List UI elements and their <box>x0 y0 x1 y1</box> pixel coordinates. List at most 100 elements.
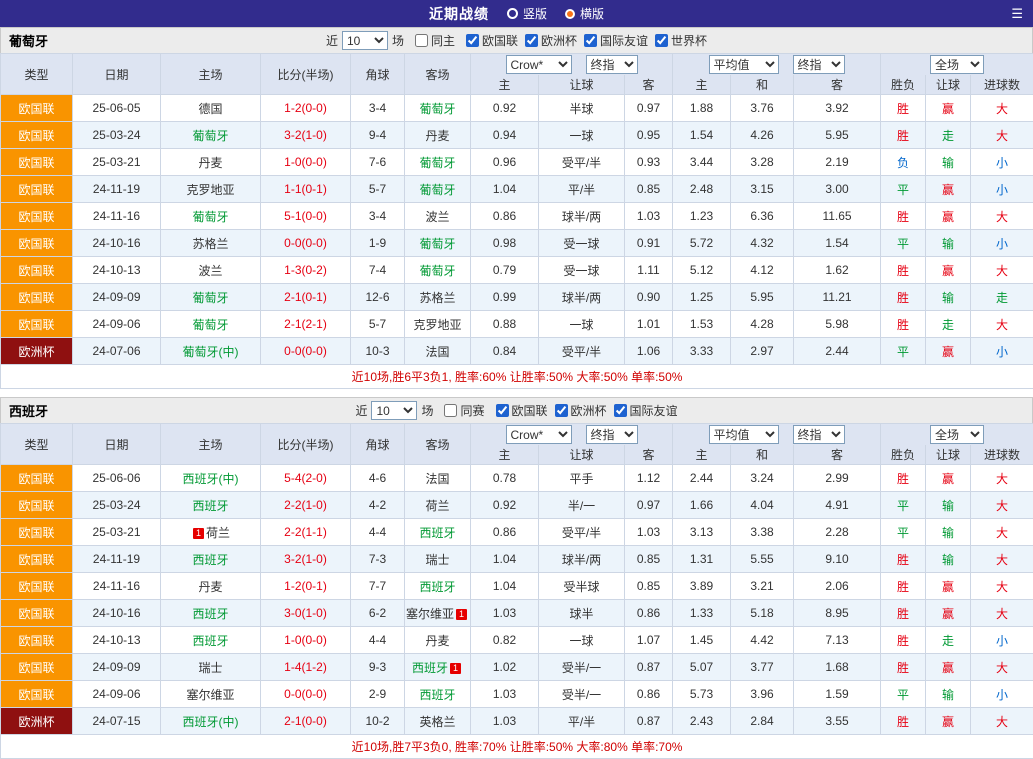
team-link[interactable]: 西班牙 <box>419 688 455 702</box>
same-competition-checkbox-input[interactable] <box>444 404 457 417</box>
layout-radio-vertical[interactable]: 竖版 <box>507 5 547 22</box>
eu-draw-odds: 3.24 <box>731 465 794 492</box>
team-link[interactable]: 英格兰 <box>419 715 455 729</box>
team-link[interactable]: 葡萄牙(中) <box>183 345 239 359</box>
team-link[interactable]: 西班牙 <box>419 526 455 540</box>
ah-line: 平/半 <box>539 176 625 203</box>
team-link[interactable]: 塞尔维亚 <box>186 688 234 702</box>
league-checkbox-input[interactable] <box>614 404 627 417</box>
layout-radio-horizontal[interactable]: 横版 <box>565 5 604 22</box>
league-filter-checkbox[interactable]: 国际友谊 <box>584 32 648 49</box>
league-checkbox-input[interactable] <box>525 34 538 47</box>
layout-radio-horizontal-label: 横版 <box>580 5 604 22</box>
corner-cell: 6-2 <box>351 600 405 627</box>
same-host-checkbox-input[interactable] <box>415 34 428 47</box>
league-checkbox-input[interactable] <box>584 34 597 47</box>
filters: 近 10 场 同主 欧国联欧洲杯国际友谊世界杯 <box>326 31 707 50</box>
team-link[interactable]: 西班牙 <box>412 661 448 675</box>
team-link[interactable]: 波兰 <box>198 264 222 278</box>
ah-result-cell: 赢 <box>926 654 971 681</box>
league-filter-checkbox[interactable]: 国际友谊 <box>614 402 678 419</box>
euro-time-select[interactable]: 终指 <box>793 425 845 444</box>
team-link[interactable]: 葡萄牙 <box>419 156 455 170</box>
odds-source-select[interactable]: Crow* <box>506 55 572 74</box>
match-date: 25-03-24 <box>73 122 161 149</box>
result-cell: 胜 <box>881 708 926 735</box>
result-cell: 胜 <box>881 203 926 230</box>
team-link[interactable]: 葡萄牙 <box>419 237 455 251</box>
away-team-cell: 瑞士 <box>405 546 471 573</box>
team-link[interactable]: 克罗地亚 <box>413 318 461 332</box>
team-link[interactable]: 葡萄牙 <box>192 210 228 224</box>
league-checkbox-input[interactable] <box>466 34 479 47</box>
league-filter-checkbox[interactable]: 世界杯 <box>655 32 707 49</box>
menu-icon[interactable]: ☰ <box>1011 6 1023 22</box>
team-link[interactable]: 荷兰 <box>206 526 230 540</box>
team-link[interactable]: 波兰 <box>425 210 449 224</box>
team-link[interactable]: 苏格兰 <box>419 291 455 305</box>
team-link[interactable]: 西班牙 <box>192 634 228 648</box>
ah-result-cell: 走 <box>926 122 971 149</box>
same-competition-checkbox[interactable]: 同赛 <box>444 402 484 419</box>
euro-source-select[interactable]: 平均值 <box>709 55 779 74</box>
team-link[interactable]: 葡萄牙 <box>192 318 228 332</box>
team-link[interactable]: 丹麦 <box>198 156 222 170</box>
team-link[interactable]: 葡萄牙 <box>192 291 228 305</box>
match-date: 25-06-05 <box>73 95 161 122</box>
team-link[interactable]: 葡萄牙 <box>419 102 455 116</box>
team-link[interactable]: 瑞士 <box>198 661 222 675</box>
team-section: 西班牙 近 10 场 同赛 欧国联欧洲杯国际友谊 类型 日期 主场 <box>0 397 1033 759</box>
league-checkbox-input[interactable] <box>496 404 509 417</box>
recent-count-select[interactable]: 10 <box>371 401 417 420</box>
result-cell: 胜 <box>881 122 926 149</box>
recent-count-select[interactable]: 10 <box>342 31 388 50</box>
team-link[interactable]: 克罗地亚 <box>186 183 234 197</box>
league-badge: 欧国联 <box>1 176 73 203</box>
team-link[interactable]: 西班牙 <box>419 580 455 594</box>
euro-source-select[interactable]: 平均值 <box>709 425 779 444</box>
team-link[interactable]: 苏格兰 <box>192 237 228 251</box>
team-link[interactable]: 丹麦 <box>425 129 449 143</box>
team-link[interactable]: 葡萄牙 <box>192 129 228 143</box>
team-link[interactable]: 丹麦 <box>425 634 449 648</box>
ah-home-odds: 0.99 <box>471 284 539 311</box>
league-filter-checkbox[interactable]: 欧国联 <box>496 402 548 419</box>
team-link[interactable]: 法国 <box>425 345 449 359</box>
euro-time-select[interactable]: 终指 <box>793 55 845 74</box>
col-header-type: 类型 <box>1 54 73 95</box>
team-link[interactable]: 西班牙(中) <box>183 472 239 486</box>
ah-result-cell: 输 <box>926 492 971 519</box>
scope-select[interactable]: 全场 <box>930 55 984 74</box>
team-link[interactable]: 西班牙 <box>192 499 228 513</box>
odds-time-select[interactable]: 终指 <box>586 55 638 74</box>
league-filters: 欧国联欧洲杯国际友谊 <box>489 402 678 420</box>
odds-time-select[interactable]: 终指 <box>586 425 638 444</box>
team-link[interactable]: 葡萄牙 <box>419 264 455 278</box>
league-checkbox-input[interactable] <box>655 34 668 47</box>
team-link[interactable]: 德国 <box>198 102 222 116</box>
team-link[interactable]: 葡萄牙 <box>419 183 455 197</box>
same-host-checkbox[interactable]: 同主 <box>415 32 455 49</box>
home-team-cell: 瑞士 <box>161 654 261 681</box>
team-link[interactable]: 法国 <box>425 472 449 486</box>
team-link[interactable]: 西班牙 <box>192 553 228 567</box>
scope-select[interactable]: 全场 <box>930 425 984 444</box>
team-link[interactable]: 丹麦 <box>198 580 222 594</box>
league-badge: 欧国联 <box>1 492 73 519</box>
ah-home-odds: 0.94 <box>471 122 539 149</box>
match-row: 欧国联25-06-05德国1-2(0-0)3-4葡萄牙0.92半球0.971.8… <box>1 95 1033 122</box>
eu-away-odds: 11.65 <box>794 203 881 230</box>
league-filter-checkbox[interactable]: 欧洲杯 <box>555 402 607 419</box>
league-filter-checkbox[interactable]: 欧国联 <box>466 32 518 49</box>
league-badge: 欧国联 <box>1 681 73 708</box>
recent-label: 近 <box>326 32 338 49</box>
league-filter-checkbox[interactable]: 欧洲杯 <box>525 32 577 49</box>
team-link[interactable]: 西班牙 <box>192 607 228 621</box>
team-link[interactable]: 西班牙(中) <box>183 715 239 729</box>
eu-home-odds: 1.54 <box>673 122 731 149</box>
odds-source-select[interactable]: Crow* <box>506 425 572 444</box>
league-checkbox-input[interactable] <box>555 404 568 417</box>
team-link[interactable]: 塞尔维亚 <box>406 607 454 621</box>
team-link[interactable]: 荷兰 <box>425 499 449 513</box>
team-link[interactable]: 瑞士 <box>425 553 449 567</box>
